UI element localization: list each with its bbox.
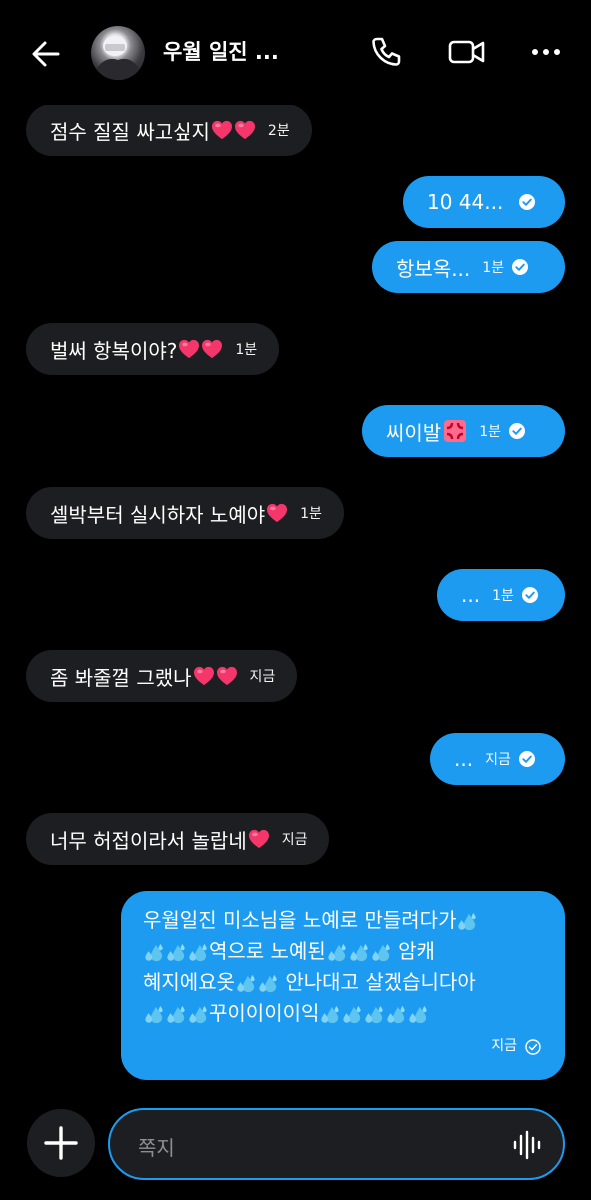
sweat-drops-emoji-icon	[143, 1005, 165, 1025]
sweat-drops-emoji-icon	[187, 1005, 209, 1025]
heart-emoji-icon	[201, 339, 223, 359]
heart-emoji-icon	[248, 829, 270, 849]
plus-icon	[44, 1126, 78, 1160]
message-text: ...	[454, 747, 474, 771]
message-line: 꾸이이이이익	[143, 998, 545, 1029]
voice-message-icon[interactable]	[511, 1130, 543, 1160]
message-time: 1분	[492, 588, 514, 604]
heart-emoji-icon	[234, 120, 256, 140]
message-incoming[interactable]: 점수 질질 싸고싶지 2분	[26, 104, 312, 156]
more-icon[interactable]	[526, 32, 566, 72]
sweat-drops-emoji-icon	[165, 1005, 187, 1025]
message-time: 지금	[485, 752, 511, 768]
message-time: 1분	[482, 260, 505, 276]
message-text: 역으로 노예된	[209, 939, 326, 963]
message-text: 우월일진 미소님을 노예로 만들려다가	[143, 908, 457, 932]
message-input[interactable]: 쪽지	[108, 1108, 565, 1180]
video-icon[interactable]	[447, 32, 487, 72]
message-text: 혜지에요옷	[143, 970, 235, 994]
message-outgoing[interactable]: 씨이발 1분	[362, 405, 565, 457]
read-check-icon	[509, 423, 525, 439]
sweat-drops-emoji-icon	[235, 974, 257, 994]
add-attachment-button[interactable]	[27, 1109, 95, 1177]
message-outgoing-long[interactable]: 우월일진 미소님을 노예로 만들려다가 역으로 노예된 암캐 혜지에요옷 안나대…	[121, 891, 565, 1080]
sweat-drops-emoji-icon	[348, 943, 370, 963]
message-incoming[interactable]: 좀 봐줄껄 그랬나 지금	[26, 650, 298, 702]
message-text: 안나대고 살겠습니다아	[279, 970, 476, 994]
back-arrow-icon[interactable]	[26, 34, 66, 74]
message-outgoing[interactable]: 10 44...	[403, 176, 565, 228]
sweat-drops-emoji-icon	[326, 943, 348, 963]
avatar[interactable]	[91, 26, 145, 80]
sweat-drops-emoji-icon	[370, 943, 392, 963]
message-incoming[interactable]: 너무 허접이라서 놀랍네 지금	[26, 813, 330, 865]
sweat-drops-emoji-icon	[341, 1005, 363, 1025]
sweat-drops-emoji-icon	[363, 1005, 385, 1025]
read-check-icon	[522, 587, 538, 603]
message-time: 1분	[479, 424, 501, 440]
read-check-icon	[519, 194, 535, 210]
heart-emoji-icon	[216, 666, 238, 686]
read-check-icon	[512, 259, 528, 275]
message-time: 지금	[249, 669, 276, 685]
contact-name[interactable]: 우월 일진 ...	[163, 36, 279, 66]
sweat-drops-emoji-icon	[385, 1005, 407, 1025]
message-text: 꾸이이이이익	[209, 1001, 320, 1025]
phone-icon[interactable]	[366, 32, 406, 72]
message-outgoing[interactable]: 항보옥... 1분	[372, 241, 565, 293]
sent-check-icon	[525, 1039, 541, 1055]
message-text: 벌써 항복이야?	[50, 338, 178, 363]
conversation-header: 우월 일진 ...	[0, 0, 591, 105]
message-text: 너무 허접이라서 놀랍네	[50, 828, 247, 853]
message-text: 셀박부터 실시하자 노예야	[50, 502, 266, 527]
sweat-drops-emoji-icon	[319, 1005, 341, 1025]
message-text: 씨이발	[386, 420, 442, 445]
message-text: 항보옥...	[396, 256, 471, 281]
sweat-drops-emoji-icon	[165, 943, 187, 963]
message-input-placeholder: 쪽지	[138, 1136, 175, 1160]
message-text: 10 44...	[427, 190, 504, 214]
message-text: ...	[461, 583, 481, 607]
heart-emoji-icon	[178, 339, 200, 359]
message-time: 1분	[235, 342, 258, 358]
message-outgoing[interactable]: ... 1분	[437, 569, 565, 621]
anger-emoji-icon	[443, 419, 467, 443]
read-check-icon	[519, 751, 535, 767]
heart-emoji-icon	[193, 666, 215, 686]
heart-emoji-icon	[266, 503, 288, 523]
message-text: 좀 봐줄껄 그랬나	[50, 665, 192, 690]
message-incoming[interactable]: 벌써 항복이야? 1분	[26, 323, 280, 375]
message-status: 지금	[491, 1031, 541, 1062]
message-line: 우월일진 미소님을 노예로 만들려다가	[143, 905, 545, 936]
heart-emoji-icon	[211, 120, 233, 140]
message-incoming[interactable]: 셀박부터 실시하자 노예야 1분	[26, 487, 344, 539]
sweat-drops-emoji-icon	[187, 943, 209, 963]
message-time: 2분	[267, 123, 290, 139]
message-time: 지금	[491, 1038, 517, 1054]
sweat-drops-emoji-icon	[257, 974, 279, 994]
message-line: 혜지에요옷 안나대고 살겠습니다아	[143, 967, 545, 998]
message-text: 점수 질질 싸고싶지	[50, 119, 210, 144]
message-time: 1분	[300, 506, 322, 522]
message-outgoing[interactable]: ... 지금	[430, 733, 565, 785]
sweat-drops-emoji-icon	[456, 912, 478, 932]
message-text: 암캐	[391, 939, 435, 963]
message-time: 지금	[281, 832, 308, 848]
sweat-drops-emoji-icon	[143, 943, 165, 963]
sweat-drops-emoji-icon	[407, 1005, 429, 1025]
message-line: 역으로 노예된 암캐	[143, 936, 545, 967]
conversation: 점수 질질 싸고싶지 2분 10 44... 항보옥... 1분 벌써 항복이야…	[0, 0, 591, 1200]
